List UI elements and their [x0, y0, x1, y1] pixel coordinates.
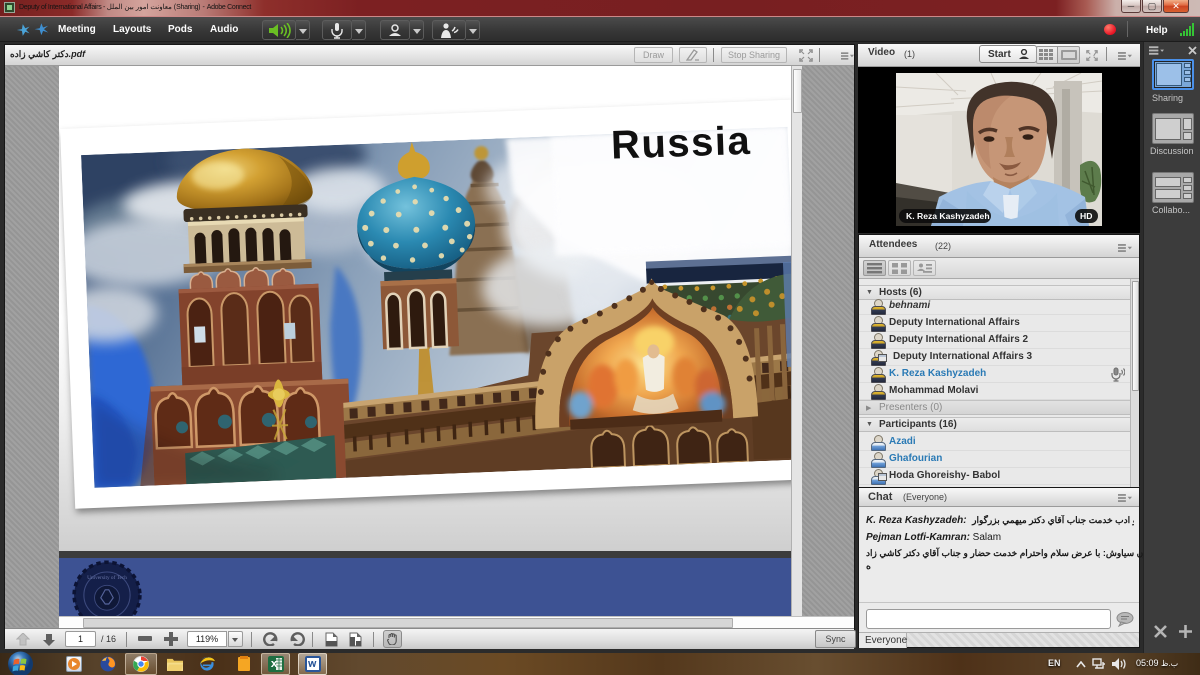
svg-text:HD: HD	[1080, 211, 1092, 221]
svg-text:University of Tech: University of Tech	[87, 574, 127, 581]
svg-text:K. Reza Kashyzadeh: K. Reza Kashyzadeh	[906, 211, 990, 221]
